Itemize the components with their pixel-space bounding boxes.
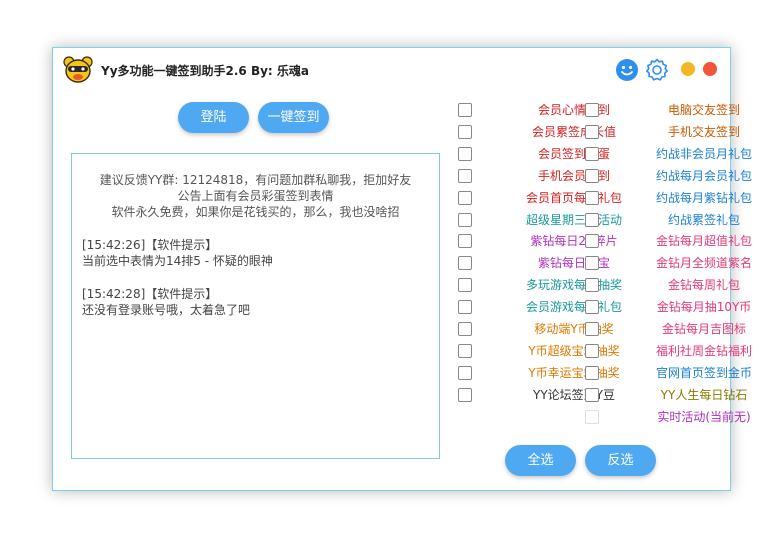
notice-line: 公告上面有会员彩蛋签到表情	[177, 189, 334, 203]
app-window: Yy多功能一键签到助手2.6 By: 乐魂a 登陆 一键签到 建议反馈YY群: …	[52, 47, 752, 491]
option-label[interactable]: 手机交友签到	[668, 123, 740, 141]
option-checkbox[interactable]	[458, 387, 472, 402]
sign-option[interactable]: 金钻月全频道紫名	[585, 254, 752, 272]
sign-option[interactable]: 多玩游戏每日抽奖	[458, 276, 622, 294]
option-label[interactable]: 约战累签礼包	[668, 211, 740, 229]
option-checkbox[interactable]	[458, 300, 472, 315]
sign-all-button[interactable]: 一键签到	[258, 102, 329, 133]
sign-option[interactable]: 紫钻每日挖宝	[458, 254, 610, 272]
log-entries: [15:42:26]【软件提示】 当前选中表情为14排5 - 怀疑的眼神 [15…	[82, 237, 432, 335]
option-checkbox[interactable]	[458, 212, 472, 227]
gear-icon[interactable]	[645, 58, 669, 82]
sign-option[interactable]: 会员累签成长值	[458, 123, 616, 141]
option-label[interactable]: YY人生每日钻石	[661, 386, 748, 404]
sign-option[interactable]: 金钻每月吉图标	[585, 320, 746, 338]
sign-option[interactable]: Y币超级宝箱抽奖	[458, 342, 620, 360]
select-all-button[interactable]: 全选	[505, 445, 576, 476]
option-checkbox[interactable]	[585, 168, 599, 183]
bear-mascot-icon	[63, 56, 93, 83]
option-checkbox[interactable]	[585, 387, 599, 402]
sign-option[interactable]: 金钻每月超值礼包	[585, 232, 752, 250]
log-message: 当前选中表情为14排5 - 怀疑的眼神	[82, 254, 273, 268]
sign-option[interactable]: 约战每月紫钻礼包	[585, 189, 752, 207]
option-label[interactable]: 金钻每月吉图标	[662, 320, 746, 338]
sign-option[interactable]: YY论坛签到Y豆	[458, 386, 615, 404]
sign-option[interactable]: Y币幸运宝箱抽奖	[458, 364, 620, 382]
sign-option[interactable]: 紫钻每日25碎片	[458, 232, 618, 250]
option-checkbox[interactable]	[585, 234, 599, 249]
sign-option[interactable]: 移动端Y币抽奖	[458, 320, 614, 338]
log-entry: [15:42:26]【软件提示】 当前选中表情为14排5 - 怀疑的眼神	[82, 237, 432, 269]
option-checkbox[interactable]	[585, 124, 599, 139]
option-label[interactable]: 金钻月全频道紫名	[656, 254, 752, 272]
app-title: Yy多功能一键签到助手2.6 By: 乐魂a	[101, 64, 309, 78]
option-label[interactable]: 约战非会员月礼包	[656, 145, 752, 163]
option-label[interactable]: 金钻每月抽10Y币	[657, 298, 752, 316]
sign-option[interactable]: 手机会员签到	[458, 167, 610, 185]
option-checkbox[interactable]	[585, 212, 599, 227]
sign-option[interactable]: 约战每月会员礼包	[585, 167, 752, 185]
option-checkbox[interactable]	[585, 146, 599, 161]
option-checkbox[interactable]	[458, 278, 472, 293]
sign-option[interactable]: 福利社周金钻福利	[585, 342, 752, 360]
option-checkbox[interactable]	[458, 365, 472, 380]
option-checkbox[interactable]	[458, 103, 472, 117]
option-label[interactable]: 约战每月会员礼包	[656, 167, 752, 185]
log-time: [15:42:28]【软件提示】	[82, 287, 218, 301]
minimize-button[interactable]	[681, 62, 695, 76]
sign-option[interactable]: 会员游戏每日礼包	[458, 298, 622, 316]
option-label[interactable]: 电脑交友签到	[668, 101, 740, 119]
option-label[interactable]: 金钻每周礼包	[668, 276, 740, 294]
option-checkbox[interactable]	[585, 256, 599, 271]
option-label[interactable]: 官网首页签到金币	[656, 364, 752, 382]
option-checkbox[interactable]	[458, 190, 472, 205]
option-checkbox[interactable]	[458, 234, 472, 249]
sign-option[interactable]: 金钻每周礼包	[585, 276, 740, 294]
log-message: 还没有登录账号哦，太着急了吧	[82, 303, 251, 317]
sign-option[interactable]: 官网首页签到金币	[585, 364, 752, 382]
option-checkbox[interactable]	[458, 168, 472, 183]
option-label[interactable]: 金钻每月超值礼包	[656, 232, 752, 250]
option-label[interactable]: 福利社周金钻福利	[656, 342, 752, 360]
option-checkbox[interactable]	[585, 322, 599, 336]
option-label[interactable]: 约战每月紫钻礼包	[656, 189, 752, 207]
notice-line: 软件永久免费，如果你是花钱买的，那么，我也没啥招	[111, 205, 400, 219]
notice-text: 建议反馈YY群: 12124818，有问题加群私聊我，拒加好友 公告上面有会员彩…	[72, 172, 439, 220]
option-checkbox[interactable]	[585, 278, 599, 293]
close-button[interactable]	[703, 62, 717, 76]
option-checkbox[interactable]	[585, 190, 599, 205]
sign-option[interactable]: 电脑交友签到	[585, 101, 740, 119]
option-checkbox[interactable]	[585, 365, 599, 380]
option-checkbox[interactable]	[458, 256, 472, 271]
smiley-icon[interactable]	[615, 58, 639, 82]
notice-line: 建议反馈YY群: 12124818，有问题加群私聊我，拒加好友	[99, 173, 412, 187]
sign-option[interactable]: 实时活动(当前无)	[585, 408, 751, 426]
option-checkbox[interactable]	[585, 409, 599, 424]
sign-option[interactable]: 金钻每月抽10Y币	[585, 298, 751, 316]
sign-option[interactable]: 手机交友签到	[585, 123, 740, 141]
sign-option[interactable]: 会员签到彩蛋	[458, 145, 610, 163]
log-time: [15:42:26]【软件提示】	[82, 238, 218, 252]
option-checkbox[interactable]	[585, 300, 599, 315]
invert-selection-button[interactable]: 反选	[585, 445, 656, 476]
sign-option[interactable]: 超级星期三周活动	[458, 211, 622, 229]
login-button[interactable]: 登陆	[178, 102, 249, 133]
option-checkbox[interactable]	[585, 103, 599, 117]
option-checkbox[interactable]	[458, 146, 472, 161]
title-bar: Yy多功能一键签到助手2.6 By: 乐魂a	[53, 48, 730, 92]
sign-option[interactable]: 会员首页每日礼包	[458, 189, 622, 207]
sign-option[interactable]: 约战累签礼包	[585, 211, 740, 229]
log-panel: 建议反馈YY群: 12124818，有问题加群私聊我，拒加好友 公告上面有会员彩…	[71, 153, 440, 459]
option-checkbox[interactable]	[585, 343, 599, 358]
option-checkbox[interactable]	[458, 124, 472, 139]
log-entry: [15:42:28]【软件提示】 还没有登录账号哦，太着急了吧	[82, 286, 432, 318]
option-label[interactable]: 实时活动(当前无)	[657, 408, 750, 426]
option-checkbox[interactable]	[458, 343, 472, 358]
sign-option[interactable]: 会员心情签到	[458, 101, 610, 119]
option-checkbox[interactable]	[458, 322, 472, 336]
sign-option[interactable]: 约战非会员月礼包	[585, 145, 752, 163]
sign-option[interactable]: YY人生每日钻石	[585, 386, 747, 404]
